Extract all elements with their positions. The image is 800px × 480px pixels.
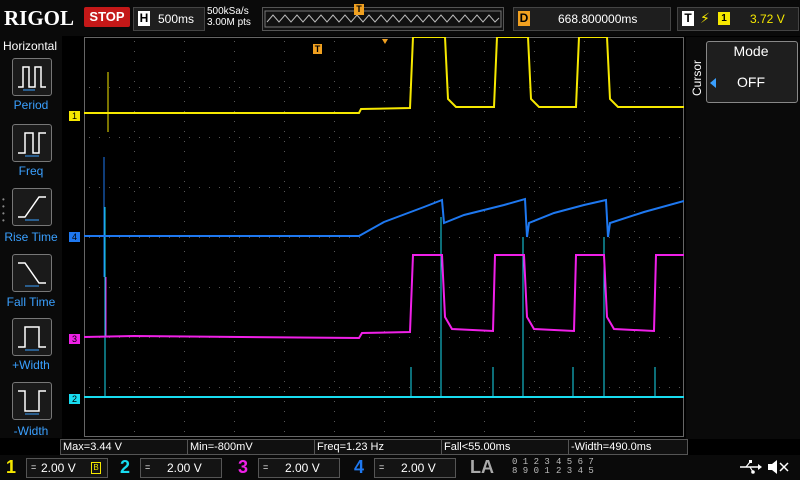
brand-logo: RIGOL [4, 6, 75, 30]
period-button[interactable] [12, 58, 52, 96]
fall-time-button[interactable] [12, 254, 52, 292]
ch1-coupling: = [31, 462, 37, 472]
trigger-box[interactable]: T ⚡ 1 3.72 V [677, 7, 799, 31]
trigger-position-marker: T [354, 4, 364, 15]
svg-text:T: T [315, 44, 321, 54]
trigger-label: T [682, 11, 694, 26]
pos-width-icon [18, 326, 46, 351]
measurement-fall[interactable]: Fall<55.00ms [441, 439, 569, 455]
waveform-display[interactable]: T 1 4 3 2 [84, 37, 684, 437]
ch3-number[interactable]: 3 [238, 457, 248, 477]
speaker-muted-icon[interactable] [766, 459, 790, 475]
ch2-coupling: = [145, 462, 151, 472]
freq-icon [18, 132, 46, 157]
delay-box[interactable]: D 668.800000ms [513, 7, 671, 31]
pos-width-label: +Width [12, 358, 50, 372]
measurement-neg-width[interactable]: -Width=490.0ms [568, 439, 688, 455]
period-label: Period [13, 98, 49, 112]
neg-width-button[interactable] [12, 382, 52, 420]
run-stop-status[interactable]: STOP [84, 7, 130, 27]
ch3-coupling: = [263, 462, 269, 472]
delay-label: D [518, 11, 530, 26]
panel-title: Horizontal [3, 39, 58, 53]
freq-button[interactable] [12, 124, 52, 162]
ch3-scale-box[interactable]: = 2.00 V [258, 458, 340, 478]
ch4-scale-box[interactable]: = 2.00 V [374, 458, 456, 478]
cursor-mode-value: OFF [737, 74, 765, 90]
ch2-scale-box[interactable]: = 2.00 V [140, 458, 222, 478]
trigger-t-marker: T [313, 44, 322, 54]
la-group-0: 0 1 2 38 9 0 1 [512, 457, 550, 476]
measurement-max[interactable]: Max=3.44 V [60, 439, 188, 455]
logic-analyzer-label[interactable]: LA [470, 457, 494, 478]
fall-time-label: Fall Time [6, 295, 56, 309]
timebase-label: H [138, 11, 150, 26]
ch4-coupling: = [379, 462, 385, 472]
memory-overview-strip[interactable]: T [262, 4, 504, 31]
neg-width-label: -Width [13, 424, 49, 438]
ch1-scale: 2.00 V [41, 461, 76, 475]
trigger-source: 1 [718, 12, 730, 25]
rise-time-button[interactable] [12, 188, 52, 226]
cursor-mode-title: Mode [733, 43, 769, 59]
ch3-offset-marker[interactable]: 3 [69, 334, 80, 344]
memory-depth: 3.00M pts [207, 17, 251, 28]
ch3-scale: 2.00 V [285, 461, 320, 475]
bandwidth-limit-icon: B [91, 462, 101, 474]
freq-label: Freq [18, 164, 44, 178]
measurement-min[interactable]: Min=-800mV [187, 439, 315, 455]
sample-rate: 500kSa/s [207, 6, 249, 17]
delay-value: 668.800000ms [558, 12, 638, 26]
la-group-1: 4 5 6 72 3 4 5 [556, 457, 594, 476]
usb-icon [740, 460, 762, 474]
timebase-box[interactable]: H 500ms [133, 7, 205, 31]
ch1-number[interactable]: 1 [6, 457, 16, 477]
rising-edge-icon: ⚡ [700, 10, 710, 26]
page-dots: • • • • [2, 195, 5, 225]
menu-side-label: Cursor [690, 60, 704, 97]
rise-time-icon [18, 196, 46, 221]
ch4-offset-marker[interactable]: 4 [69, 232, 80, 242]
timebase-value: 500ms [158, 12, 195, 26]
ch4-number[interactable]: 4 [354, 457, 364, 477]
fall-time-icon [18, 262, 46, 287]
ch1-offset-marker[interactable]: 1 [69, 111, 80, 121]
neg-width-icon [18, 390, 46, 415]
trigger-level: 3.72 V [750, 12, 785, 26]
pos-width-button[interactable] [12, 318, 52, 356]
sample-info: 500kSa/s 3.00M pts [207, 6, 251, 28]
ch1-scale-box[interactable]: = 2.00 V B [26, 458, 108, 478]
rise-time-label: Rise Time [4, 230, 58, 244]
ch2-number[interactable]: 2 [120, 457, 130, 477]
period-icon [18, 66, 46, 91]
ch2-scale: 2.00 V [167, 461, 202, 475]
measurement-freq[interactable]: Freq=1.23 Hz [314, 439, 442, 455]
waveform-overview-icon [264, 10, 502, 28]
ch4-scale: 2.00 V [401, 461, 436, 475]
ch2-offset-marker[interactable]: 2 [69, 394, 80, 404]
